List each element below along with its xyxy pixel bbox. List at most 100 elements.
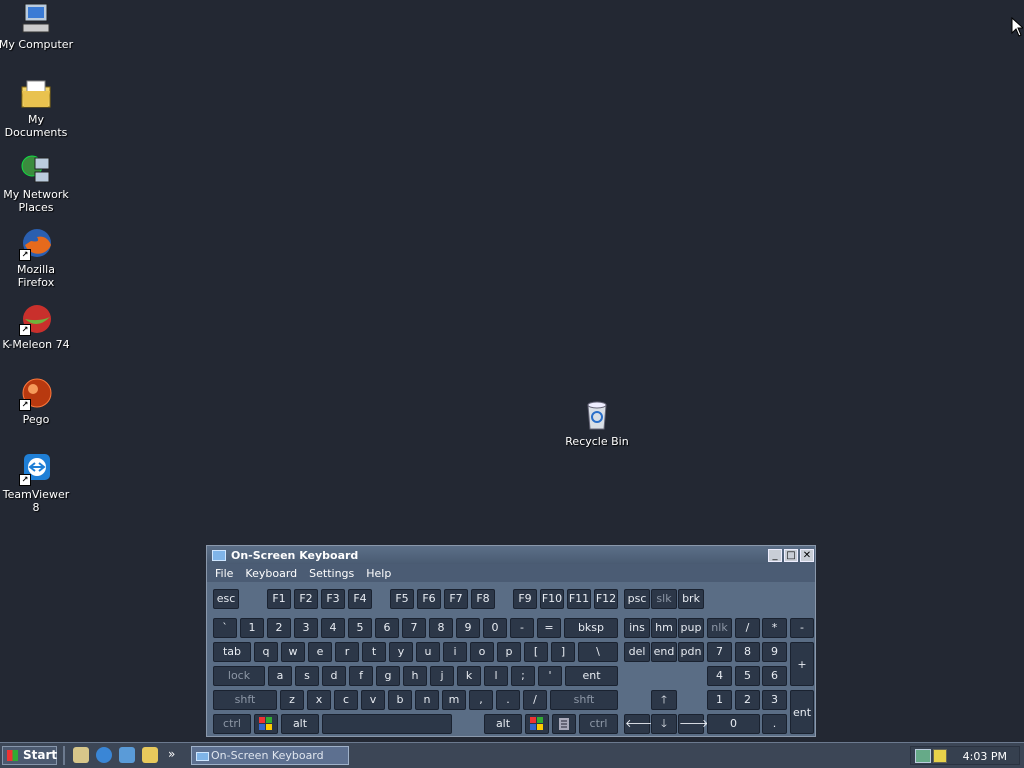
key-ctrl-left[interactable]: ctrl: [213, 714, 251, 734]
key-f[interactable]: f: [349, 666, 373, 686]
key-f2[interactable]: F2: [294, 589, 318, 609]
key-0[interactable]: 0: [483, 618, 507, 638]
key-capslock[interactable]: lock: [213, 666, 265, 686]
key-f5[interactable]: F5: [390, 589, 414, 609]
key-j[interactable]: j: [430, 666, 454, 686]
key-c[interactable]: c: [334, 690, 358, 710]
key-pgdn[interactable]: pdn: [678, 642, 704, 662]
key-f12[interactable]: F12: [594, 589, 618, 609]
key-1[interactable]: 1: [240, 618, 264, 638]
desktop-icon-my-computer[interactable]: My Computer: [0, 2, 74, 51]
key-enter[interactable]: ent: [565, 666, 618, 686]
key-num-divide[interactable]: /: [735, 618, 760, 638]
key-d[interactable]: d: [322, 666, 346, 686]
windows-explorer-icon[interactable]: [142, 747, 158, 763]
key-v[interactable]: v: [361, 690, 385, 710]
key-numlock[interactable]: nlk: [707, 618, 732, 638]
key-backtick[interactable]: `: [213, 618, 237, 638]
key-period[interactable]: .: [496, 690, 520, 710]
key-tab[interactable]: tab: [213, 642, 251, 662]
key-ctrl-right[interactable]: ctrl: [579, 714, 618, 734]
quick-launch-overflow-icon[interactable]: »: [168, 747, 175, 761]
desktop-icon-my-documents[interactable]: My Documents: [0, 77, 74, 139]
key-alt-right[interactable]: alt: [484, 714, 522, 734]
key-f11[interactable]: F11: [567, 589, 591, 609]
key-arrow-down[interactable]: 🡓: [651, 714, 677, 734]
key-f3[interactable]: F3: [321, 589, 345, 609]
key-brk[interactable]: brk: [678, 589, 704, 609]
key-num-5[interactable]: 5: [735, 666, 760, 686]
key-r[interactable]: r: [335, 642, 359, 662]
key-n[interactable]: n: [415, 690, 439, 710]
key-4[interactable]: 4: [321, 618, 345, 638]
key-num-minus[interactable]: -: [790, 618, 814, 638]
window-titlebar[interactable]: On-Screen Keyboard _ □ ✕: [207, 546, 815, 564]
key-num-7[interactable]: 7: [707, 642, 732, 662]
key-num-3[interactable]: 3: [762, 690, 787, 710]
key-num-enter[interactable]: ent: [790, 690, 814, 734]
key-p[interactable]: p: [497, 642, 521, 662]
key-bracket-left[interactable]: [: [524, 642, 548, 662]
key-num-8[interactable]: 8: [735, 642, 760, 662]
key-slk[interactable]: slk: [651, 589, 677, 609]
key-equals[interactable]: =: [537, 618, 561, 638]
accessibility-tray-icon[interactable]: [933, 749, 947, 763]
key-arrow-right[interactable]: 🡒: [678, 714, 709, 734]
key-q[interactable]: q: [254, 642, 278, 662]
key-esc[interactable]: esc: [213, 589, 239, 609]
key-9[interactable]: 9: [456, 618, 480, 638]
key-m[interactable]: m: [442, 690, 466, 710]
key-6[interactable]: 6: [375, 618, 399, 638]
key-f8[interactable]: F8: [471, 589, 495, 609]
key-end[interactable]: end: [651, 642, 677, 662]
key-f6[interactable]: F6: [417, 589, 441, 609]
close-button[interactable]: ✕: [800, 548, 814, 562]
desktop-icon-my-network-places[interactable]: My Network Places: [0, 152, 74, 214]
key-num-2[interactable]: 2: [735, 690, 760, 710]
key-b[interactable]: b: [388, 690, 412, 710]
key-shift-right[interactable]: shft: [550, 690, 618, 710]
key-num-multiply[interactable]: *: [762, 618, 787, 638]
key-num-dot[interactable]: .: [762, 714, 787, 734]
menu-settings[interactable]: Settings: [303, 567, 360, 580]
key-num-4[interactable]: 4: [707, 666, 732, 686]
key-alt-left[interactable]: alt: [281, 714, 319, 734]
key-o[interactable]: o: [470, 642, 494, 662]
key-3[interactable]: 3: [294, 618, 318, 638]
key-num-0[interactable]: 0: [707, 714, 760, 734]
key-del[interactable]: del: [624, 642, 650, 662]
key-z[interactable]: z: [280, 690, 304, 710]
key-u[interactable]: u: [416, 642, 440, 662]
key-home[interactable]: hm: [651, 618, 677, 638]
keyboard-tray-icon[interactable]: [915, 749, 931, 763]
key-pgup[interactable]: pup: [678, 618, 704, 638]
key-minus[interactable]: -: [510, 618, 534, 638]
key-psc[interactable]: psc: [624, 589, 650, 609]
key-s[interactable]: s: [295, 666, 319, 686]
key-f1[interactable]: F1: [267, 589, 291, 609]
desktop-icon-k-meleon[interactable]: ↗ K-Meleon 74: [0, 302, 74, 351]
key-backspace[interactable]: bksp: [564, 618, 618, 638]
key-t[interactable]: t: [362, 642, 386, 662]
key-num-6[interactable]: 6: [762, 666, 787, 686]
menu-file[interactable]: File: [209, 567, 239, 580]
minimize-button[interactable]: _: [768, 548, 782, 562]
internet-explorer-icon[interactable]: [96, 747, 112, 763]
key-f10[interactable]: F10: [540, 589, 564, 609]
key-7[interactable]: 7: [402, 618, 426, 638]
key-l[interactable]: l: [484, 666, 508, 686]
desktop-icon-pego[interactable]: ↗ Pego: [0, 377, 74, 426]
key-g[interactable]: g: [376, 666, 400, 686]
key-num-1[interactable]: 1: [707, 690, 732, 710]
key-bracket-right[interactable]: ]: [551, 642, 575, 662]
on-screen-keyboard-window[interactable]: On-Screen Keyboard _ □ ✕ File Keyboard S…: [206, 545, 816, 737]
key-f7[interactable]: F7: [444, 589, 468, 609]
key-x[interactable]: x: [307, 690, 331, 710]
menu-keyboard[interactable]: Keyboard: [239, 567, 303, 580]
key-arrow-up[interactable]: 🡑: [651, 690, 677, 710]
key-f4[interactable]: F4: [348, 589, 372, 609]
key-f9[interactable]: F9: [513, 589, 537, 609]
key-5[interactable]: 5: [348, 618, 372, 638]
key-win-left[interactable]: [254, 714, 278, 734]
key-k[interactable]: k: [457, 666, 481, 686]
